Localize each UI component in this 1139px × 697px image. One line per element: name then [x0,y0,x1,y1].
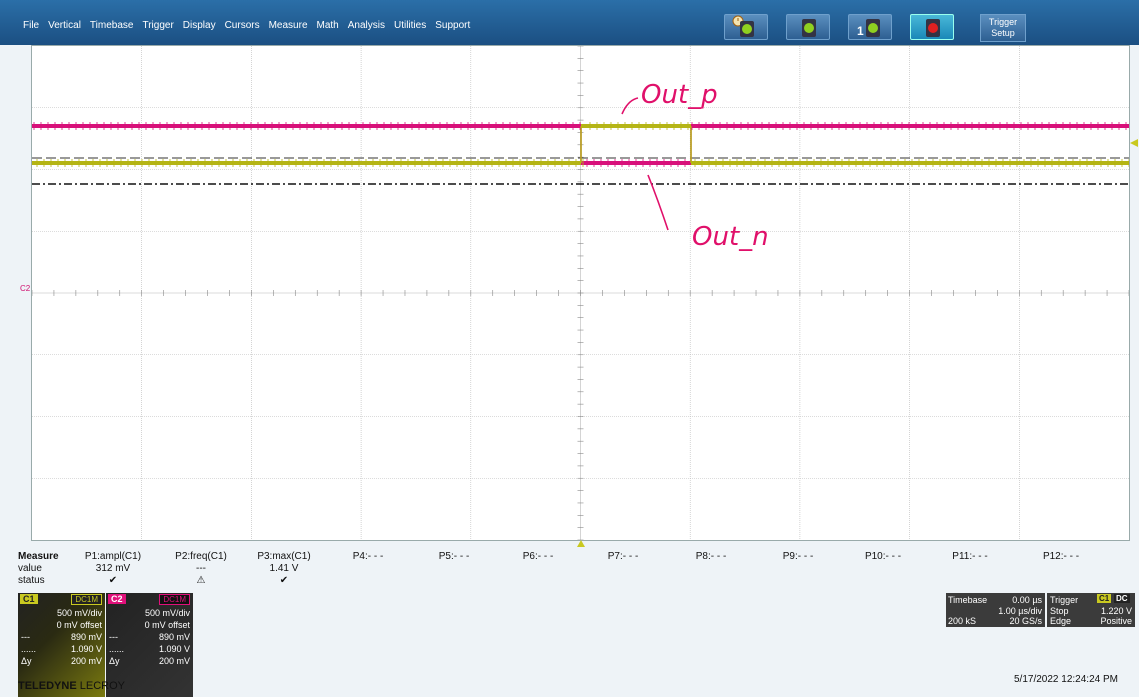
trigger-source: C1 [1097,594,1112,603]
trigger-slope: Positive [1100,616,1132,626]
traffic-light-single-icon [866,19,880,37]
channel-c2-delta-value: 200 mV [158,656,190,666]
measure-p2-status: ⚠ [196,575,206,586]
channel-c2-cursor1-value: 890 mV [158,632,190,642]
menu-timebase[interactable]: Timebase [90,20,134,31]
measure-table: Measure value status P1:ampl(C1) 312 mV ✔ P… [18,551,1133,591]
menu-list: File Vertical Timebase Trigger Display C… [23,20,479,31]
measure-p7-name[interactable]: P7:- - - [578,551,668,562]
traffic-light-icon [802,19,816,37]
channel-c1-cursor1-label: --- [21,632,30,642]
measure-p9-name[interactable]: P9:- - - [753,551,843,562]
measure-p1-name[interactable]: P1:ampl(C1) [68,551,158,562]
clock-traffic-light-icon [732,15,754,37]
measure-p11-name[interactable]: P11:- - - [925,551,1015,562]
channel-c1-cursor2-label: ...... [21,644,37,654]
annotation-strokes [621,97,669,231]
measure-p3-value: 1.41 V [269,563,299,574]
trigger-label: Trigger [1050,595,1079,605]
timebase-descriptor[interactable]: Timebase 0.00 µs 1.00 µs/div 200 kS 20 G… [946,593,1045,627]
trigger-setup-button[interactable]: Trigger Setup [980,14,1026,42]
measure-row-label-value: value [18,563,42,574]
trigger-level: 1.220 V [1100,606,1132,616]
channel-c1-coupling: DC1M [71,594,102,605]
brand-name-a: TELEDYNE [18,680,77,692]
brand-logo: TELEDYNE LECROY [18,680,125,692]
channel-c1-cursor1-value: 890 mV [70,632,102,642]
trigger-coupling: DC [1114,594,1130,603]
timebase-samples: 200 kS [948,616,977,626]
timestamp: 5/17/2022 12:24:24 PM [1014,674,1118,685]
channel-c2-cursor2-label: ...... [109,644,125,654]
measure-p3-status: ✔ [279,575,289,586]
normal-trigger-button[interactable] [786,14,830,40]
timebase-delay: 0.00 µs [1012,595,1042,605]
stop-light-icon [926,19,940,37]
measure-p2-name[interactable]: P2:freq(C1) [156,551,246,562]
c1-trace-segment [691,161,1129,165]
menu-trigger[interactable]: Trigger [142,20,173,31]
waveform-grid [32,46,1129,540]
auto-trigger-button[interactable] [724,14,768,40]
trigger-setup-line2: Setup [991,28,1015,38]
trigger-mode: Stop [1050,606,1069,616]
timebase-label: Timebase [948,595,988,605]
single-label: 1 [857,24,864,38]
menu-cursors[interactable]: Cursors [225,20,260,31]
measure-p2-value: --- [196,563,206,574]
channel-c1-offset: 0 mV offset [56,620,102,630]
measure-p8-name[interactable]: P8:- - - [666,551,756,562]
channel-c1-cursor2-value: 1.090 V [70,644,102,654]
single-trigger-button[interactable]: 1 [848,14,892,40]
menu-vertical[interactable]: Vertical [48,20,81,31]
measure-p4-name[interactable]: P4:- - - [323,551,413,562]
trigger-descriptor[interactable]: Trigger C1 DC Stop 1.220 V Edge Positive [1047,593,1135,627]
channel-c2-offset: 0 mV offset [144,620,190,630]
measure-p10-name[interactable]: P10:- - - [838,551,928,562]
channel-c2-cursor2-value: 1.090 V [158,644,190,654]
menu-measure[interactable]: Measure [269,20,308,31]
measure-p12-name[interactable]: P12:- - - [1016,551,1106,562]
waveform-display[interactable] [31,45,1130,541]
timebase-rate: 20 GS/s [1009,616,1042,626]
channel-c2-vdiv: 500 mV/div [144,608,190,618]
measure-p5-name[interactable]: P5:- - - [409,551,499,562]
channel-c1-delta-label: Δy [21,656,32,666]
brand-name-b: LECROY [79,680,125,692]
timebase-tdiv: 1.00 µs/div [998,606,1042,616]
measure-p1-value: 312 mV [95,563,131,574]
menu-support[interactable]: Support [435,20,470,31]
measure-p6-name[interactable]: P6:- - - [493,551,583,562]
channel-c1-delta-value: 200 mV [70,656,102,666]
stop-trigger-button[interactable] [910,14,954,40]
channel-c1-name: C1 [20,594,38,604]
trigger-setup-line1: Trigger [988,17,1018,27]
menu-file[interactable]: File [23,20,39,31]
channel-c2-coupling: DC1M [159,594,190,605]
menu-math[interactable]: Math [317,20,339,31]
trigger-level-marker[interactable] [1130,139,1138,147]
trigger-time-marker[interactable] [577,540,585,547]
annotation-out-n: Out_n [692,222,769,252]
measure-p3-name[interactable]: P3:max(C1) [239,551,329,562]
channel-c2-delta-label: Δy [109,656,120,666]
c2-position-marker[interactable]: C2 [20,284,30,293]
menu-bar: File Vertical Timebase Trigger Display C… [0,0,1139,45]
menu-analysis[interactable]: Analysis [348,20,385,31]
channel-c2-cursor1-label: --- [109,632,118,642]
menu-utilities[interactable]: Utilities [394,20,426,31]
c2-trace-segment [32,124,581,128]
channel-c1-vdiv: 500 mV/div [56,608,102,618]
measure-header: Measure [18,551,59,562]
trigger-type: Edge [1050,616,1072,626]
channel-c2-name: C2 [108,594,126,604]
measure-p1-status: ✔ [108,575,118,586]
menu-display[interactable]: Display [183,20,216,31]
measure-row-label-status: status [18,575,45,586]
